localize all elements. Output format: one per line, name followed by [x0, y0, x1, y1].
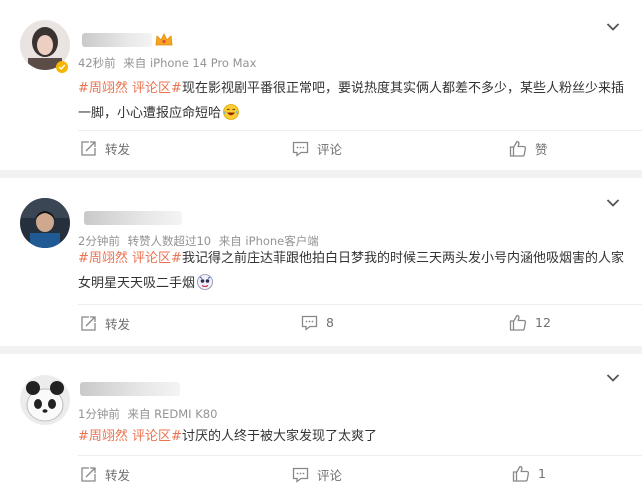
topic-tag[interactable]: 评论区#	[132, 251, 182, 266]
verified-badge-icon	[56, 61, 68, 73]
comment-card: 2分钟前 转赞人数超过10 来自 iPhone客户端 #周翊然 评论区#我记得之…	[0, 178, 642, 346]
username[interactable]	[82, 33, 152, 47]
avatar[interactable]	[20, 198, 70, 248]
comment-body: 讨厌的人终于被大家发现了太爽了	[181, 429, 377, 444]
comment-icon	[301, 315, 318, 331]
comment-meta: 1分钟前 来自 REDMI K80	[78, 406, 221, 422]
comment-time[interactable]: 42秒前	[78, 56, 116, 70]
repost-label: 转发	[105, 468, 131, 483]
username[interactable]	[84, 211, 182, 225]
repost-label: 转发	[105, 317, 131, 332]
divider	[78, 304, 642, 305]
comment-button[interactable]: 评论	[292, 465, 342, 484]
like-icon	[509, 140, 527, 157]
like-button[interactable]: 赞	[509, 139, 548, 158]
divider	[78, 130, 642, 131]
like-icon	[509, 314, 527, 331]
crown-icon	[155, 33, 173, 46]
comment-source: 来自 iPhone 14 Pro Max	[123, 56, 257, 70]
topic-tag[interactable]: #周翊然	[78, 251, 128, 266]
chevron-down-icon[interactable]	[606, 198, 620, 208]
comment-text: #周翊然 评论区#我记得之前庄达菲跟他拍白日梦我的时候三天两头发小号内涵他吸烟害…	[78, 246, 626, 296]
comment-text: #周翊然 评论区#现在影视剧平番很正常吧，要说热度其实俩人都差不多少，某些人粉丝…	[78, 76, 626, 126]
comment-icon	[292, 141, 309, 157]
chevron-down-icon[interactable]	[606, 373, 620, 383]
repost-label: 转发	[105, 142, 131, 157]
comment-count: 8	[326, 315, 334, 330]
like-icon	[512, 465, 530, 482]
repost-icon	[81, 467, 96, 482]
avatar[interactable]	[20, 375, 70, 425]
repost-button[interactable]: 转发	[80, 314, 130, 333]
repost-button[interactable]: 转发	[80, 139, 130, 158]
chevron-down-icon[interactable]	[606, 22, 620, 32]
repost-button[interactable]: 转发	[80, 465, 130, 484]
comment-button[interactable]: 8	[301, 314, 334, 331]
comment-card: 1分钟前 来自 REDMI K80 #周翊然 评论区#讨厌的人终于被大家发现了太…	[0, 354, 642, 495]
comment-source: 来自 REDMI K80	[127, 407, 218, 421]
like-count: 1	[538, 466, 546, 481]
repost-icon	[81, 141, 96, 156]
comment-meta: 42秒前 来自 iPhone 14 Pro Max	[78, 55, 260, 71]
like-label: 赞	[535, 142, 548, 157]
comment-button[interactable]: 评论	[292, 139, 342, 158]
divider	[78, 455, 642, 456]
comment-icon	[292, 467, 309, 483]
topic-tag[interactable]: 评论区#	[132, 429, 182, 444]
comment-time[interactable]: 1分钟前	[78, 407, 120, 421]
comment-card: 42秒前 来自 iPhone 14 Pro Max #周翊然 评论区#现在影视剧…	[0, 0, 642, 170]
sticker-emoji-icon	[197, 274, 213, 290]
username[interactable]	[80, 382, 180, 396]
like-button[interactable]: 12	[509, 314, 551, 331]
topic-tag[interactable]: #周翊然	[78, 81, 128, 96]
topic-tag[interactable]: 评论区#	[132, 81, 182, 96]
comment-label: 评论	[317, 142, 343, 157]
laughing-emoji-icon	[223, 104, 239, 120]
comment-text: #周翊然 评论区#讨厌的人终于被大家发现了太爽了	[78, 424, 626, 449]
repost-icon	[81, 316, 96, 331]
like-count: 12	[535, 315, 551, 330]
topic-tag[interactable]: #周翊然	[78, 429, 128, 444]
comment-label: 评论	[317, 468, 343, 483]
like-button[interactable]: 1	[512, 465, 546, 482]
